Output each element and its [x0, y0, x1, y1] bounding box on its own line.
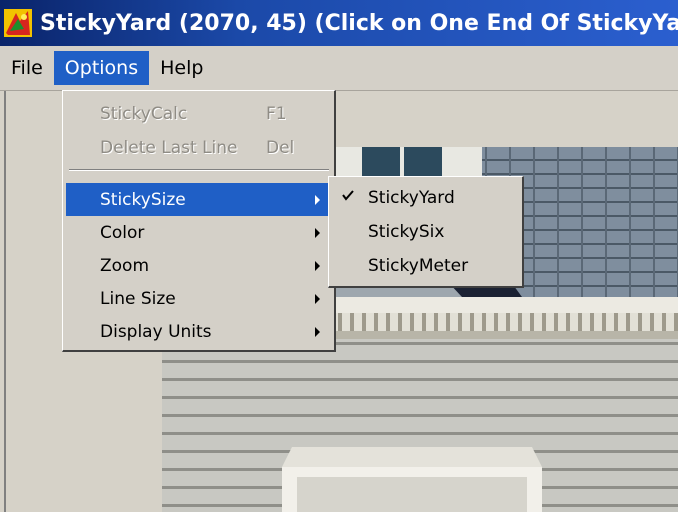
submenu-item-stickysix[interactable]: StickySix	[332, 215, 520, 249]
menu-separator	[69, 169, 329, 171]
frame-border	[4, 91, 6, 512]
stickysize-submenu: StickyYard StickySix StickyMeter	[328, 176, 524, 288]
submenu-arrow-icon	[315, 228, 320, 238]
menu-item-display-units[interactable]: Display Units	[66, 315, 332, 348]
app-icon	[4, 9, 32, 37]
title-bar[interactable]: StickyYard (2070, 45) (Click on One End …	[0, 0, 678, 46]
submenu-arrow-icon	[315, 294, 320, 304]
submenu-item-stickymeter[interactable]: StickyMeter	[332, 249, 520, 283]
menu-item-stickycalc[interactable]: StickyCalc F1	[66, 97, 332, 130]
submenu-arrow-icon	[315, 261, 320, 271]
menu-item-line-size[interactable]: Line Size	[66, 282, 332, 315]
checkmark-icon	[342, 190, 354, 201]
menu-bar: File Options Help	[0, 46, 678, 91]
submenu-arrow-icon	[315, 195, 320, 205]
menu-item-zoom[interactable]: Zoom	[66, 249, 332, 282]
menu-item-delete-last-line[interactable]: Delete Last Line Del	[66, 131, 332, 164]
submenu-arrow-icon	[315, 327, 320, 337]
menu-item-color[interactable]: Color	[66, 216, 332, 249]
menu-help[interactable]: Help	[149, 51, 214, 85]
window-title: StickyYard (2070, 45) (Click on One End …	[40, 10, 678, 36]
submenu-item-stickyyard[interactable]: StickyYard	[332, 181, 520, 215]
menu-file[interactable]: File	[0, 51, 54, 85]
menu-item-stickysize[interactable]: StickySize	[66, 183, 332, 216]
options-dropdown: StickyCalc F1 Delete Last Line Del Stick…	[62, 90, 336, 352]
menu-options[interactable]: Options	[53, 51, 150, 85]
